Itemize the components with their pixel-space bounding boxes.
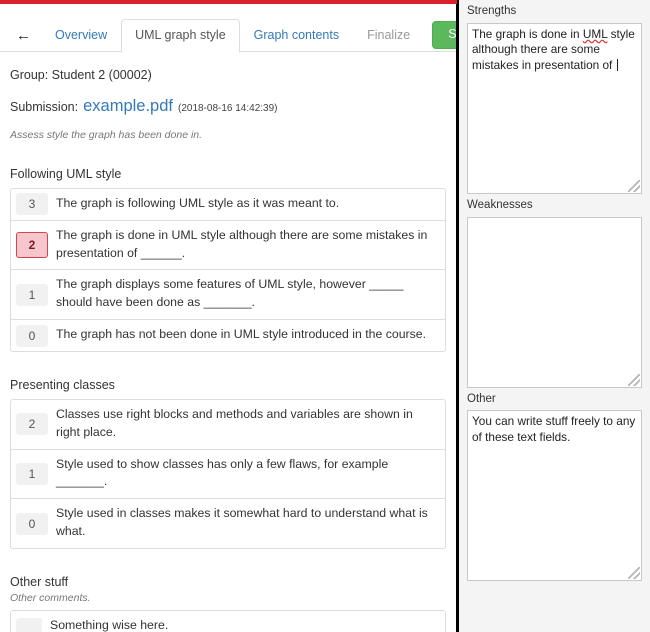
- tab-overview[interactable]: Overview: [41, 19, 121, 52]
- rubric-option-list: Something wise here.You could improve yo…: [10, 609, 446, 632]
- feedback-text-value: The graph is done in UML style although …: [472, 26, 639, 73]
- rubric-option-list: 3 The graph is following UML style as it …: [10, 188, 446, 352]
- option-score-badge[interactable]: 0: [16, 324, 48, 347]
- option-text: The graph is done in UML style although …: [56, 227, 428, 260]
- option-score-badge[interactable]: 1: [16, 283, 48, 306]
- resize-grip-icon[interactable]: [628, 373, 640, 386]
- rubric-option-row[interactable]: 0 Style used in classes makes it somewhat…: [11, 499, 445, 548]
- option-text: The graph displays some features of UML …: [56, 277, 404, 310]
- option-text: Something wise here.: [50, 617, 169, 632]
- rubric-pane: ← Overview UML graph style Graph content…: [0, 0, 456, 632]
- option-score-badge[interactable]: [16, 618, 42, 632]
- save-button[interactable]: Save: [432, 21, 456, 49]
- rubric-option-row[interactable]: 0 The graph has not been done in UML styl…: [11, 320, 445, 351]
- tab-graph-contents[interactable]: Graph contents: [240, 19, 353, 52]
- rubric-option-row[interactable]: 3 The graph is following UML style as it …: [11, 189, 445, 221]
- top-accent-bar: [0, 0, 457, 4]
- feedback-field-label: Strengths: [467, 5, 517, 17]
- option-text: Style used in classes makes it somewhat …: [56, 506, 428, 539]
- rubric-option-row[interactable]: 2 Classes use right blocks and methods an…: [11, 400, 445, 450]
- rubric-section-title: Following UML style: [10, 167, 122, 181]
- resize-grip-icon[interactable]: [628, 179, 640, 192]
- feedback-textarea[interactable]: The graph is done in UML style although …: [467, 22, 642, 194]
- comment-row[interactable]: Something wise here.: [11, 611, 445, 632]
- rubric-sections: Following UML style 3 The graph is followi…: [0, 167, 456, 632]
- rubric-option-row[interactable]: 2 The graph is done in UML style although…: [11, 221, 445, 271]
- submission-meta: Group: Student 2 (00002) Submission: exa…: [0, 68, 456, 141]
- option-score-badge[interactable]: 2: [16, 232, 48, 259]
- submission-file-link[interactable]: example.pdf: [83, 97, 173, 116]
- option-score-badge[interactable]: 3: [16, 193, 48, 216]
- resize-grip-icon[interactable]: [628, 567, 640, 580]
- submission-line: Submission: example.pdf (2018-08-16 14:4…: [10, 97, 446, 116]
- option-score-badge[interactable]: 0: [16, 512, 48, 535]
- feedback-field-block: Weaknesses: [459, 194, 650, 388]
- rubric-section: Presenting classes 2 Classes use right blo…: [0, 378, 456, 549]
- option-text: The graph has not been done in UML style…: [56, 327, 427, 342]
- assessment-page: ← Overview UML graph style Graph content…: [0, 0, 650, 632]
- rubric-section: Following UML style 3 The graph is followi…: [0, 167, 456, 352]
- feedback-field-block: Other You can write stuff freely to any o…: [459, 388, 650, 582]
- spellcheck-underline: UML: [582, 26, 608, 41]
- feedback-textarea[interactable]: [467, 216, 642, 388]
- option-text: The graph is following UML style as it w…: [56, 196, 340, 210]
- rubric-section-title: Presenting classes: [10, 377, 115, 392]
- back-arrow-icon[interactable]: ←: [10, 28, 41, 52]
- rubric-option-row[interactable]: 1 The graph displays some features of UML…: [11, 270, 445, 321]
- rubric-section-subtitle: Other comments.: [10, 591, 91, 604]
- feedback-text-value: You can write stuff freely to any of the…: [472, 414, 639, 445]
- rubric-section-title: Other stuff: [10, 574, 69, 589]
- tab-uml-graph-style[interactable]: UML graph style: [121, 19, 240, 53]
- feedback-field-block: Strengths The graph is done in UML style …: [459, 0, 650, 194]
- tab-finalize[interactable]: Finalize: [353, 19, 424, 52]
- feedback-textarea[interactable]: You can write stuff freely to any of the…: [467, 410, 642, 582]
- text-caret: [616, 59, 618, 72]
- option-score-badge[interactable]: 1: [16, 462, 48, 485]
- option-text: Style used to show classes has only a fe…: [56, 456, 389, 489]
- rubric-option-row[interactable]: 1 Style used to show classes has only a f…: [11, 450, 445, 500]
- feedback-field-label: Weaknesses: [467, 198, 533, 211]
- rubric-option-list: 2 Classes use right blocks and methods an…: [10, 398, 446, 549]
- rubric-section: Other stuff Other comments. Something wise…: [0, 575, 456, 632]
- tab-bar: ← Overview UML graph style Graph content…: [0, 16, 456, 53]
- feedback-fields: Strengths The graph is done in UML style …: [459, 0, 650, 582]
- assess-note: Assess style the graph has been done in.: [10, 129, 203, 141]
- submission-timestamp: (2018-08-16 14:42:39): [177, 103, 278, 114]
- group-line: Group: Student 2 (00002): [10, 68, 152, 82]
- option-text: Classes use right blocks and methods and…: [56, 406, 413, 439]
- submission-label: Submission:: [10, 100, 79, 114]
- feedback-pane: Strengths The graph is done in UML style …: [459, 0, 650, 632]
- feedback-field-label: Other: [467, 392, 496, 405]
- option-score-badge[interactable]: 2: [16, 413, 48, 436]
